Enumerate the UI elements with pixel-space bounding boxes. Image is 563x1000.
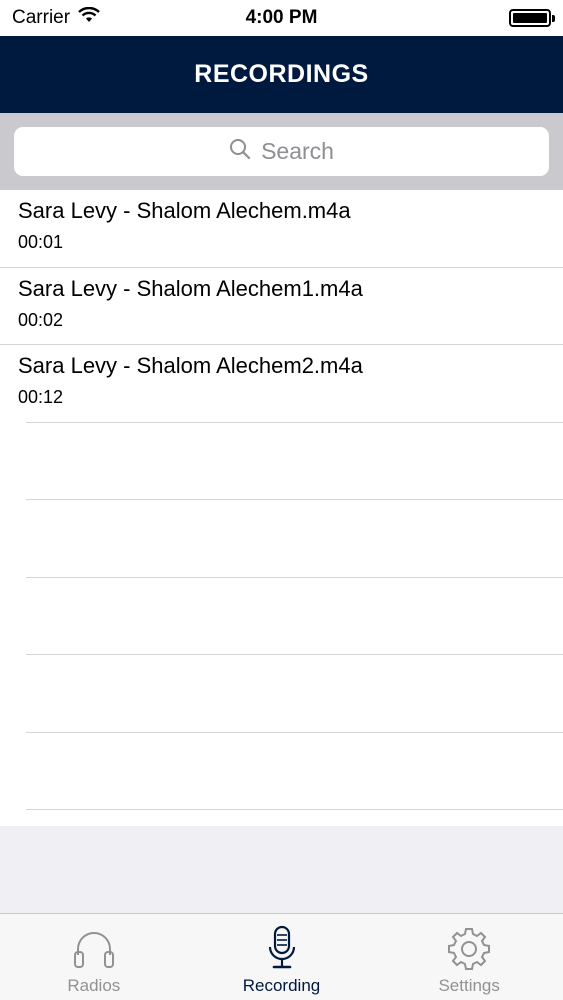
page-title: RECORDINGS: [194, 60, 369, 88]
tab-label: Radios: [67, 976, 121, 995]
recording-duration: 00:01: [18, 232, 64, 252]
empty-row: [0, 733, 563, 811]
battery-icon: [509, 9, 555, 27]
empty-row: [0, 578, 563, 656]
tab-label: Settings: [438, 976, 500, 995]
search-placeholder: Search: [261, 138, 334, 164]
list-item[interactable]: Sara Levy - Shalom Alechem1.m4a 00:02: [0, 268, 563, 346]
status-bar: Carrier 4:00 PM: [0, 0, 563, 36]
carrier-label: Carrier: [12, 7, 71, 28]
gear-icon: [445, 924, 493, 972]
recording-duration: 00:02: [18, 309, 64, 330]
tab-recording[interactable]: Recording: [188, 914, 376, 1000]
search-input[interactable]: Search: [14, 127, 549, 176]
recordings-list: Sara Levy - Shalom Alechem.m4a 00:01 Sar…: [0, 190, 563, 826]
navigation-bar: RECORDINGS: [0, 36, 563, 113]
empty-row: [0, 423, 563, 501]
search-icon: [229, 138, 251, 166]
tab-label: Recording: [242, 976, 321, 995]
recording-title: Sara Levy - Shalom Alechem2.m4a: [18, 353, 363, 378]
microphone-icon: [258, 924, 306, 972]
empty-row: [0, 655, 563, 733]
tab-radios[interactable]: Radios: [0, 914, 188, 1000]
status-left: Carrier: [12, 6, 172, 29]
recording-title: Sara Levy - Shalom Alechem1.m4a: [18, 275, 363, 301]
search-bar: Search: [0, 113, 563, 190]
recording-title: Sara Levy - Shalom Alechem.m4a: [18, 198, 351, 223]
headphones-icon: [70, 924, 118, 972]
list-item[interactable]: Sara Levy - Shalom Alechem.m4a 00:01: [0, 190, 563, 268]
status-time: 4:00 PM: [245, 7, 318, 28]
status-right: [391, 9, 555, 27]
recording-duration: 00:12: [18, 387, 64, 407]
tab-settings[interactable]: Settings: [375, 914, 563, 1000]
list-item[interactable]: Sara Levy - Shalom Alechem2.m4a 00:12: [0, 345, 563, 423]
empty-row: [0, 500, 563, 578]
wifi-icon: [78, 6, 100, 29]
tab-bar: Radios Recording Settings: [0, 913, 563, 1000]
